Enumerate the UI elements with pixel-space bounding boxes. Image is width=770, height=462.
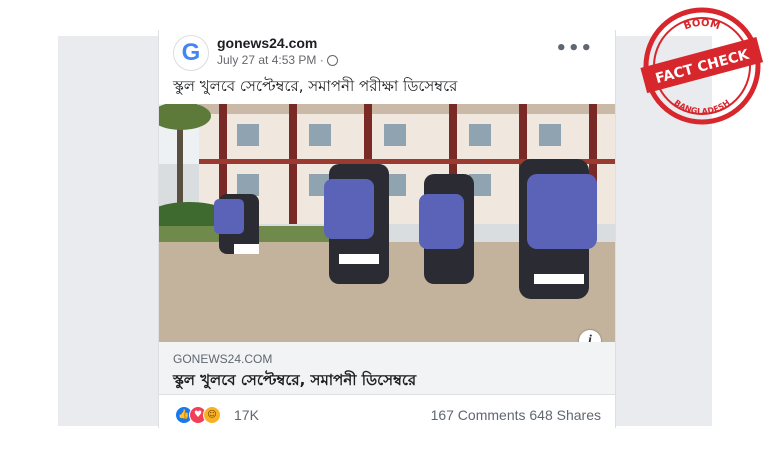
- reaction-count[interactable]: 17K: [234, 407, 259, 423]
- link-domain: GONEWS24.COM: [173, 352, 273, 366]
- haha-icon: ☺: [203, 406, 221, 424]
- boom-fact-check-stamp: BOOM FACT CHECK BANGLADESH: [640, 7, 764, 125]
- comments-count[interactable]: 167 Comments: [431, 407, 526, 423]
- page-avatar[interactable]: G: [173, 35, 209, 71]
- more-options-button[interactable]: •••: [555, 38, 593, 59]
- reaction-icons[interactable]: 👍 ♥ ☺: [175, 406, 221, 424]
- post-stats: 167 Comments 648 Shares: [431, 407, 601, 423]
- stamp-top-text: BOOM: [683, 18, 722, 33]
- shares-count[interactable]: 648 Shares: [529, 407, 601, 423]
- link-title[interactable]: স্কুল খুলবে সেপ্টেম্বরে, সমাপনী ডিসেম্বর…: [173, 369, 416, 394]
- facebook-post: G gonews24.com July 27 at 4:53 PM · ••• …: [158, 30, 616, 428]
- google-logo-icon: G: [181, 39, 201, 66]
- link-preview[interactable]: GONEWS24.COM স্কুল খুলবে সেপ্টেম্বরে, সম…: [159, 342, 615, 395]
- stamp-bottom-text: BANGLADESH: [672, 98, 731, 116]
- post-meta: July 27 at 4:53 PM ·: [217, 53, 338, 67]
- post-caption: স্কুল খুলবে সেপ্টেম্বরে, সমাপনী পরীক্ষা …: [173, 77, 458, 95]
- page-name-link[interactable]: gonews24.com: [217, 35, 317, 51]
- post-image[interactable]: [159, 104, 615, 342]
- post-timestamp[interactable]: July 27 at 4:53 PM ·: [217, 53, 324, 67]
- globe-icon: [326, 54, 338, 66]
